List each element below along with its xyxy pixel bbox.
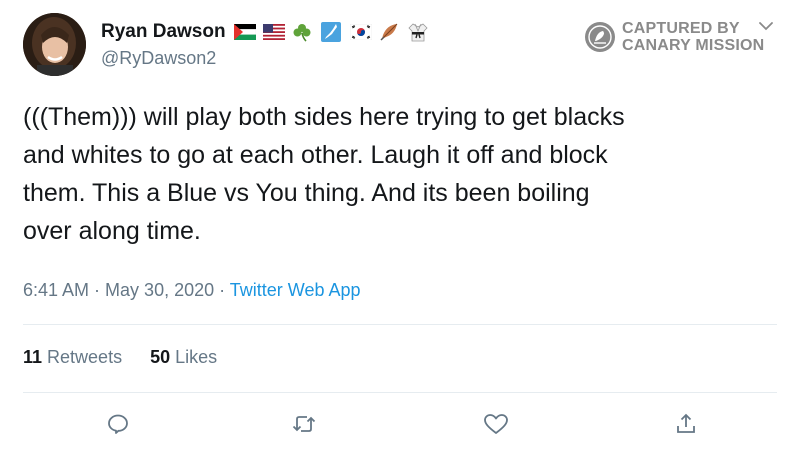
like-icon[interactable]	[481, 409, 511, 439]
capture-badge-line1: CAPTURED BY	[622, 20, 740, 37]
name-row: Ryan Dawson	[101, 19, 437, 45]
reply-icon[interactable]	[103, 409, 133, 439]
meta-separator: ·	[89, 280, 106, 300]
tweet-time[interactable]: 6:41 AM	[23, 280, 89, 300]
japan-map-icon	[320, 22, 341, 42]
meta-separator: ·	[214, 280, 230, 300]
capture-badge: CAPTURED BY CANARY MISSION	[585, 20, 764, 54]
divider	[23, 324, 777, 325]
tweet-actions	[0, 409, 800, 443]
divider	[23, 392, 777, 393]
feather-icon	[379, 22, 399, 42]
canary-logo-icon	[585, 22, 615, 52]
capture-badge-text: CAPTURED BY CANARY MISSION	[622, 20, 764, 54]
tweet-text: (((Them))) will play both sides here try…	[23, 103, 625, 245]
display-name[interactable]: Ryan Dawson	[101, 21, 226, 43]
capture-badge-line2: CANARY MISSION	[622, 37, 765, 54]
us-flag-icon	[262, 22, 285, 42]
retweets-stat[interactable]: 11 Retweets	[23, 347, 122, 368]
tweet-date[interactable]: May 30, 2020	[105, 280, 214, 300]
retweets-label: Retweets	[47, 347, 123, 367]
tweet-card: Ryan Dawson @RyDawson2 CAPTURED BY CANAR…	[0, 0, 800, 454]
retweets-count: 11	[23, 347, 43, 367]
tweet-source-link[interactable]: Twitter Web App	[230, 280, 361, 300]
chevron-down-icon[interactable]	[757, 19, 775, 33]
avatar[interactable]	[23, 13, 86, 76]
likes-label: Likes	[175, 347, 218, 367]
shamrock-icon	[292, 22, 312, 42]
share-icon[interactable]	[671, 409, 701, 439]
user-handle[interactable]: @RyDawson2	[101, 48, 216, 69]
south-korea-flag-icon	[349, 22, 372, 42]
likes-count: 50	[150, 347, 171, 367]
tweet-stats: 11 Retweets 50 Likes	[23, 347, 245, 368]
karate-uniform-icon	[408, 22, 428, 42]
retweet-icon[interactable]	[289, 409, 319, 439]
tweet-meta: 6:41 AM · May 30, 2020 · Twitter Web App	[23, 280, 361, 301]
likes-stat[interactable]: 50 Likes	[150, 347, 217, 368]
palestine-flag-icon	[233, 22, 256, 42]
